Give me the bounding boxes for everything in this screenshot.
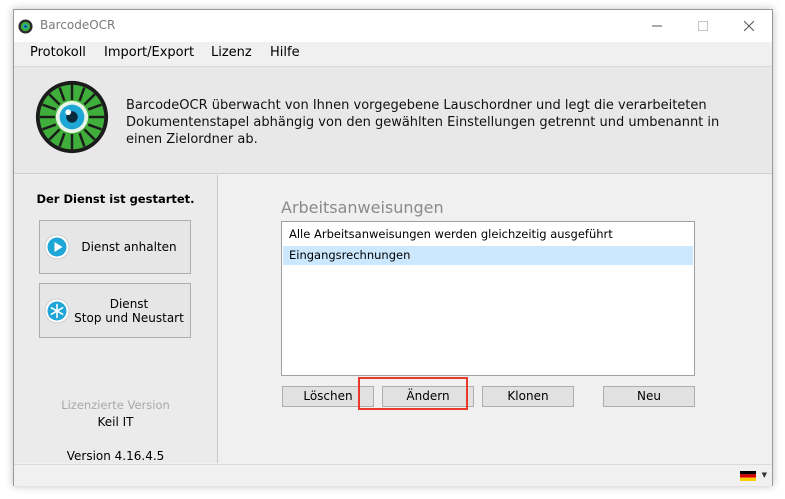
german-flag-icon[interactable] bbox=[740, 471, 756, 481]
restart-service-label-line1: Dienst bbox=[109, 296, 149, 311]
main-panel: Arbeitsanweisungen Alle Arbeitsanweisung… bbox=[218, 175, 772, 463]
list-item[interactable]: Alle Arbeitsanweisungen werden gleichzei… bbox=[283, 225, 693, 244]
menu-hilfe[interactable]: Hilfe bbox=[270, 45, 300, 60]
clone-button[interactable]: Klonen bbox=[482, 386, 574, 407]
close-icon bbox=[744, 21, 754, 31]
work-instructions-list[interactable]: Alle Arbeitsanweisungen werden gleichzei… bbox=[281, 221, 695, 376]
snowflake-restart-icon bbox=[44, 298, 70, 323]
stop-service-button[interactable]: Dienst anhalten bbox=[39, 220, 191, 274]
section-title: Arbeitsanweisungen bbox=[281, 198, 444, 217]
app-window: BarcodeOCR Protokoll Import/Export Lizen… bbox=[13, 9, 773, 486]
new-button[interactable]: Neu bbox=[603, 386, 695, 407]
annotation-highlight bbox=[358, 377, 468, 410]
restart-service-button[interactable]: Dienst Stop und Neustart bbox=[39, 283, 191, 338]
status-bar: ▼ bbox=[14, 464, 772, 486]
license-caption: Lizenzierte Version bbox=[61, 398, 170, 412]
license-name: Keil IT bbox=[97, 415, 134, 429]
version-label: Version 4.16.4.5 bbox=[66, 449, 165, 463]
menu-import-export[interactable]: Import/Export bbox=[104, 45, 194, 60]
menu-lizenz[interactable]: Lizenz bbox=[211, 45, 252, 60]
menu-protokoll[interactable]: Protokoll bbox=[30, 45, 86, 60]
window-title: BarcodeOCR bbox=[40, 18, 116, 32]
list-item-selected[interactable]: Eingangsrechnungen bbox=[283, 246, 693, 265]
maximize-icon bbox=[698, 21, 708, 31]
header-banner: BarcodeOCR überwacht von Ihnen vorgegebe… bbox=[14, 66, 772, 174]
title-bar: BarcodeOCR bbox=[14, 10, 772, 42]
minimize-icon bbox=[652, 25, 662, 27]
header-description: BarcodeOCR überwacht von Ihnen vorgegebe… bbox=[126, 98, 720, 147]
app-icon bbox=[18, 19, 33, 34]
restart-service-label: Dienst Stop und Neustart bbox=[70, 297, 188, 325]
stop-service-label: Dienst anhalten bbox=[81, 240, 177, 254]
sidebar: Der Dienst ist gestartet. Dienst anhalte… bbox=[14, 175, 218, 463]
restart-service-label-line2: Stop und Neustart bbox=[74, 310, 184, 325]
play-circle-icon bbox=[44, 234, 70, 260]
close-button[interactable] bbox=[726, 10, 772, 42]
minimize-button[interactable] bbox=[634, 10, 680, 42]
maximize-button[interactable] bbox=[680, 10, 726, 42]
menu-bar: Protokoll Import/Export Lizenz Hilfe bbox=[14, 42, 772, 64]
barcodeocr-logo bbox=[35, 80, 109, 154]
service-status: Der Dienst ist gestartet. bbox=[36, 192, 195, 206]
chevron-down-icon[interactable]: ▼ bbox=[762, 471, 767, 479]
